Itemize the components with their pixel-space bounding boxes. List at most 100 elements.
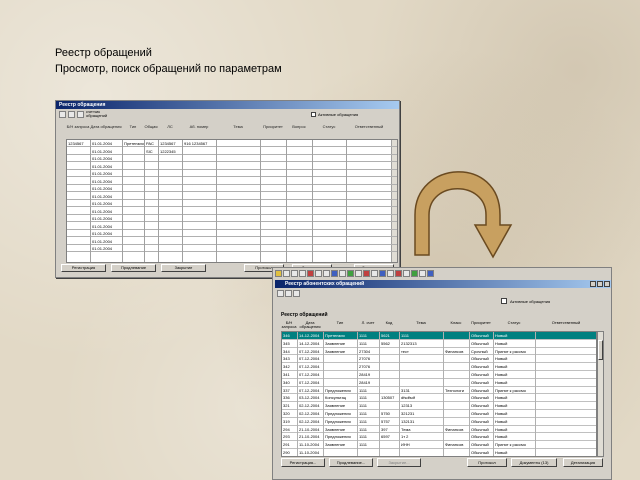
register-button[interactable]: Регистрация	[61, 264, 106, 272]
table-row[interactable]: 344 07-12-2004 Заявление 27304 тест Финансов С…	[282, 348, 596, 356]
detail-button[interactable]: Детализация	[563, 458, 603, 467]
scroll-thumb[interactable]	[598, 340, 603, 360]
table-row[interactable]: 342 07-12-2004 27076 Обычный Новый	[282, 363, 596, 371]
table-row[interactable]: 01.01.2004	[67, 200, 397, 207]
table-row[interactable]: 319 02-12-2004 Предложения 1111 5757 132131 Об…	[282, 418, 596, 426]
column-header[interactable]: Тема	[399, 321, 443, 325]
column-header[interactable]: Дата обращения	[297, 321, 323, 329]
folder-icon[interactable]	[275, 269, 282, 277]
new-icon[interactable]	[283, 269, 290, 277]
column-header[interactable]: Общая	[144, 125, 158, 129]
table-row[interactable]: 01.01.2004	[67, 208, 397, 215]
close-icon[interactable]	[604, 281, 610, 287]
column-header[interactable]: Тема	[216, 125, 260, 129]
column-header[interactable]: Аб. номер	[182, 125, 216, 129]
refresh-icon[interactable]	[285, 290, 292, 297]
column-header[interactable]: ЛС	[158, 125, 182, 129]
table-cell	[67, 193, 91, 200]
open-icon[interactable]	[291, 269, 298, 277]
table-row[interactable]: 341 07-12-2004 28419 Обычный Новый	[282, 371, 596, 379]
column-header[interactable]: Статус	[493, 321, 535, 325]
user-icon[interactable]	[331, 269, 338, 277]
table-row[interactable]: 01.01.2004	[67, 178, 397, 185]
table-row[interactable]: 01.01.2004	[67, 193, 397, 200]
documents-button[interactable]: Документы (13)	[511, 458, 557, 467]
table-row[interactable]: 01.01.2004	[67, 155, 397, 162]
table-row[interactable]: 294 21-10-2004 Заявление 1111 397 Тема Финансо…	[282, 426, 596, 434]
column-header[interactable]: Б/Н запроса	[66, 125, 90, 129]
table-row[interactable]: 337 07-12-2004 Предложения 1111 3131 Технолог…	[282, 387, 596, 395]
table-row[interactable]: 340 07-12-2004 28419 Обычный Новый	[282, 379, 596, 387]
column-header[interactable]: Статус	[312, 125, 346, 129]
active-requests-toggle[interactable]: Активные обращения	[311, 112, 358, 117]
protocol-button[interactable]: Протокол	[467, 458, 507, 467]
report-icon[interactable]	[347, 269, 354, 277]
filter-icon[interactable]	[293, 290, 300, 297]
close-request-button[interactable]: Закрытие...	[377, 458, 421, 467]
table-row[interactable]: 01.01.2004	[67, 215, 397, 222]
table-cell	[444, 402, 470, 410]
table-row[interactable]: 01.01.2004	[67, 238, 397, 245]
table-row[interactable]: 1234567 01.01.2004 Претензия РАС 1234567 916 …	[67, 140, 397, 147]
minimize-icon[interactable]	[590, 281, 596, 287]
refresh-icon[interactable]	[68, 110, 75, 118]
table-row[interactable]: 01.01.2004	[67, 223, 397, 230]
table-row[interactable]: 01.01.2004	[67, 170, 397, 177]
column-header[interactable]: Дата обращения	[90, 125, 122, 129]
help-icon[interactable]	[427, 269, 434, 277]
stop-icon[interactable]	[363, 269, 370, 277]
column-header[interactable]: Код	[379, 321, 399, 325]
phone-icon[interactable]	[387, 269, 394, 277]
extend-button[interactable]: Продлевание...	[329, 458, 373, 467]
scrollbar[interactable]	[597, 331, 604, 457]
delete-icon[interactable]	[307, 269, 314, 277]
save-icon[interactable]	[299, 269, 306, 277]
search-icon[interactable]	[339, 269, 346, 277]
alert-icon[interactable]	[395, 269, 402, 277]
table-row[interactable]: 01.01.2004	[67, 230, 397, 237]
table-row[interactable]: 343 07-12-2004 27076 Обычный Новый	[282, 355, 596, 364]
calendar-icon[interactable]	[355, 269, 362, 277]
table-cell: 1222345	[160, 148, 176, 154]
column-header[interactable]: Класс	[443, 321, 469, 325]
print-icon[interactable]	[323, 269, 330, 277]
table-row[interactable]: 01.01.2004	[67, 185, 397, 192]
column-header[interactable]: Тип	[122, 125, 144, 129]
mail-icon[interactable]	[379, 269, 386, 277]
table-row[interactable]: 293 21-10-2004 Предложения 1111 6597 1т 2 Обыч…	[282, 433, 596, 442]
print-icon[interactable]	[59, 110, 66, 118]
table-row[interactable]: 291 11-10-2004 Заявление 1111 ИНН Финансов Обы…	[282, 441, 596, 449]
checkbox[interactable]	[311, 112, 316, 117]
table-row[interactable]: 336 03-12-2004 Консультац 1111 130507 dfsdfsd…	[282, 394, 596, 403]
column-header[interactable]: Л. счет	[357, 321, 379, 325]
column-header[interactable]: Тип	[323, 321, 357, 325]
maximize-icon[interactable]	[597, 281, 603, 287]
list-icon[interactable]	[419, 269, 426, 277]
copy-icon[interactable]	[315, 269, 322, 277]
table-row[interactable]: 290 11-10-2004 Обычный Новый	[282, 449, 596, 456]
column-header[interactable]: Б/Н запроса	[281, 321, 297, 329]
checkbox[interactable]	[501, 298, 507, 304]
table-row[interactable]: 320 02-12-2004 Предложения 1111 5750 321231 Об…	[282, 410, 596, 418]
column-header[interactable]: Приоритет	[260, 125, 286, 129]
extend-button[interactable]: Продлевание	[111, 264, 156, 272]
table-cell	[444, 394, 470, 402]
settings-icon[interactable]	[371, 269, 378, 277]
close-request-button[interactable]: Закрытие	[161, 264, 206, 272]
active-requests-toggle[interactable]: Активные обращения	[501, 298, 550, 304]
table-row[interactable]: 01.01.2004	[67, 163, 397, 170]
table-row[interactable]: 01.01.2004	[67, 245, 397, 252]
table-row[interactable]: 321 02-12-2004 Заявление 1111 12313 Обычный Но…	[282, 402, 596, 410]
chart-icon[interactable]	[403, 269, 410, 277]
column-header[interactable]: Ответственный	[346, 125, 392, 129]
column-header[interactable]: Приоритет	[469, 321, 493, 325]
column-header[interactable]: Вопрос	[286, 125, 312, 129]
table-row[interactable]: 01.01.2004 SIC 1222345	[67, 148, 397, 155]
table-row[interactable]: 346 14-12-2004 Претензия 1111 5621 1111 Обычны…	[282, 332, 596, 340]
column-header[interactable]: Ответственный	[535, 321, 597, 325]
filter-icon[interactable]	[77, 110, 84, 118]
print-icon[interactable]	[277, 290, 284, 297]
money-icon[interactable]	[411, 269, 418, 277]
table-row[interactable]: 345 14-12-2004 Заявление 1111 5562 2132313 Обы…	[282, 340, 596, 348]
register-button[interactable]: Регистрация...	[281, 458, 325, 467]
